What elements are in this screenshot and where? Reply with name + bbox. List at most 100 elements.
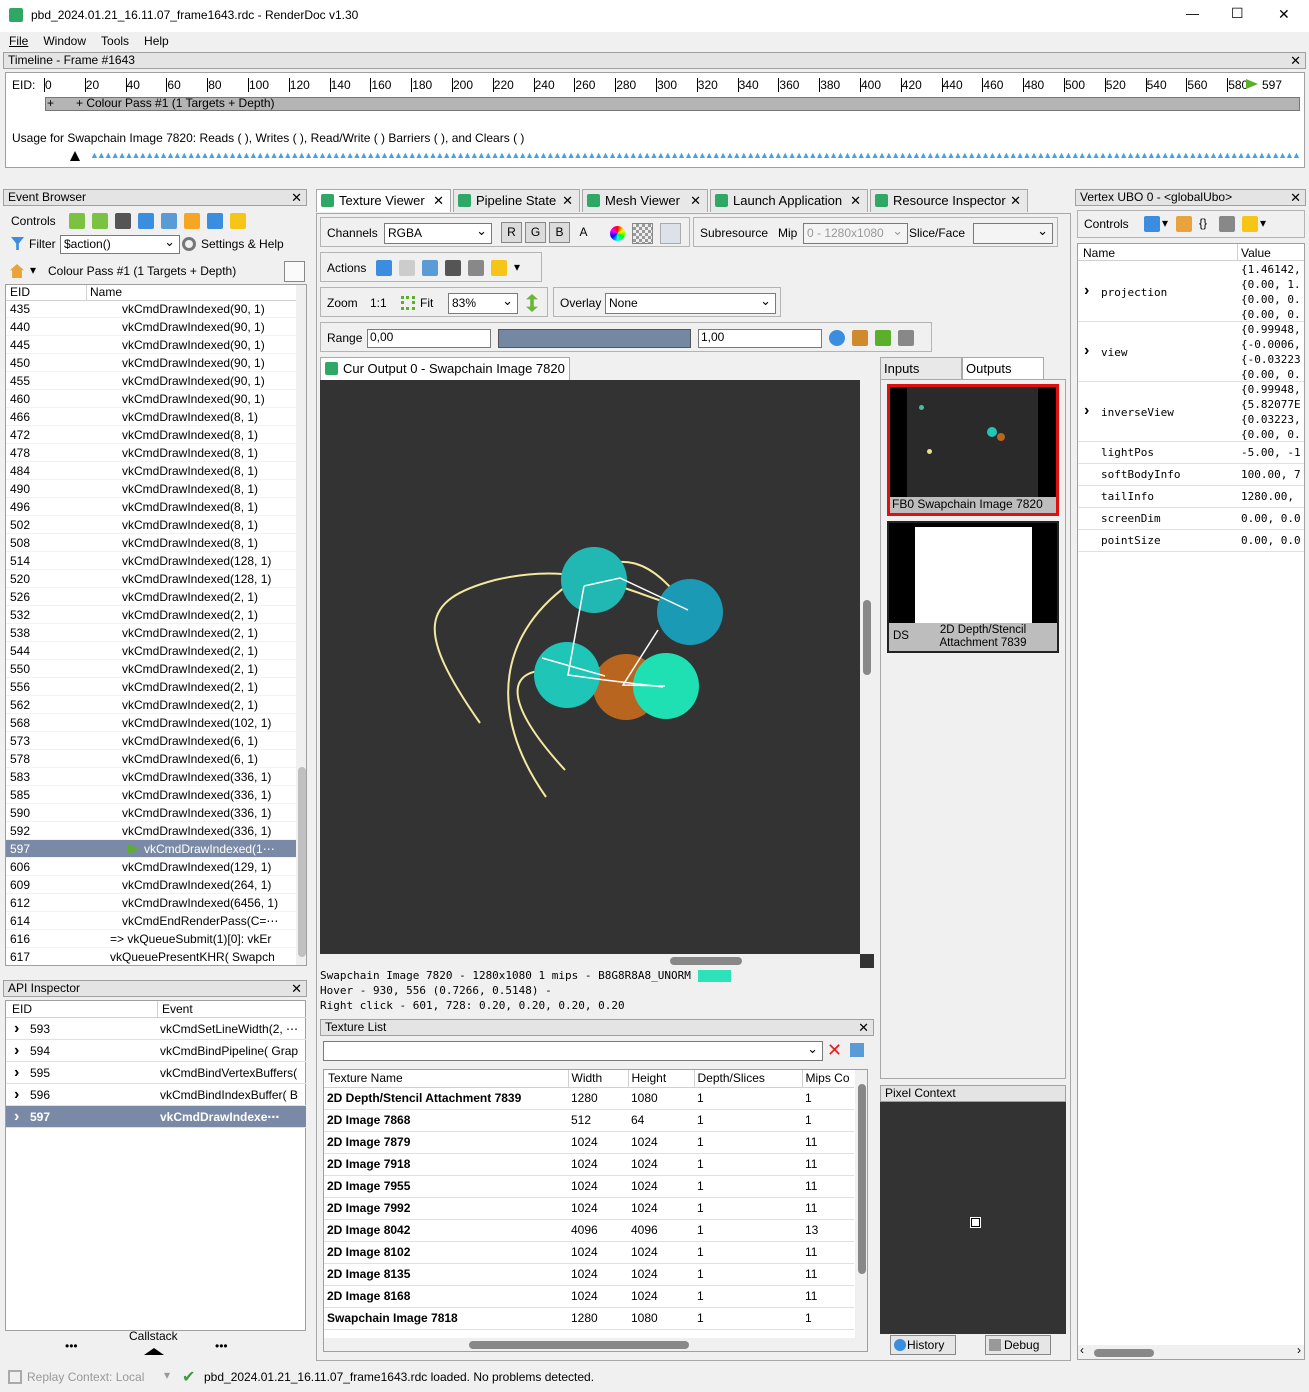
api-row[interactable]: › 596 vkCmdBindIndexBuffer( B <box>6 1084 306 1106</box>
event-row[interactable]: 597 vkCmdDrawIndexed(1⋯ <box>6 840 296 858</box>
tab-resource-inspector[interactable]: Resource Inspector ✕ <box>870 189 1028 212</box>
close-icon[interactable]: ✕ <box>1010 190 1021 211</box>
puzzle-icon[interactable] <box>491 260 507 276</box>
scrollbar-thumb[interactable] <box>469 1341 689 1349</box>
clear-filter-icon[interactable]: ✕ <box>827 1040 842 1061</box>
event-row[interactable]: 612 vkCmdDrawIndexed(6456, 1) <box>6 894 296 912</box>
event-row[interactable]: 544 vkCmdDrawIndexed(2, 1) <box>6 642 296 660</box>
event-row[interactable]: 484 vkCmdDrawIndexed(8, 1) <box>6 462 296 480</box>
event-row[interactable]: 532 vkCmdDrawIndexed(2, 1) <box>6 606 296 624</box>
open-icon[interactable] <box>422 260 438 276</box>
history-button[interactable]: History <box>890 1335 956 1355</box>
event-row[interactable]: 526 vkCmdDrawIndexed(2, 1) <box>6 588 296 606</box>
tab-outputs[interactable]: Outputs <box>962 357 1044 379</box>
event-row[interactable]: 616 => vkQueueSubmit(1)[0]: vkEr <box>6 930 296 948</box>
asterisk-icon[interactable] <box>184 213 200 229</box>
ubo-field-row[interactable]: screenDim 0.00, 0.0 <box>1078 508 1304 530</box>
color-wheel-icon[interactable] <box>610 226 625 241</box>
h-scrollbar[interactable]: ‹ › <box>1078 1343 1304 1359</box>
link-icon[interactable] <box>1219 216 1236 232</box>
col-eid[interactable]: EID <box>10 285 30 299</box>
filter-settings-icon[interactable] <box>850 1043 864 1057</box>
alpha-channel-button[interactable]: A <box>573 225 594 239</box>
ubo-field-row[interactable]: tailInfo 1280.00, <box>1078 486 1304 508</box>
fit-icon[interactable] <box>401 296 415 310</box>
back-arrow-icon[interactable] <box>69 213 85 229</box>
overlay-combo[interactable]: None <box>605 291 776 314</box>
chevron-right-icon[interactable]: › <box>6 1062 30 1083</box>
close-icon[interactable]: ✕ <box>690 190 701 211</box>
binoculars-icon[interactable] <box>115 213 131 229</box>
fit-button[interactable]: Fit <box>420 296 433 310</box>
texture-row[interactable]: Swapchain Image 7818 1280 1080 1 1 <box>324 1307 854 1330</box>
event-row[interactable]: 450 vkCmdDrawIndexed(90, 1) <box>6 354 296 372</box>
texture-row[interactable]: 2D Image 7879 1024 1024 1 11 <box>324 1131 854 1154</box>
event-row[interactable]: 472 vkCmdDrawIndexed(8, 1) <box>6 426 296 444</box>
timeline-panel[interactable]: EID: 0 20 40 60 80 100 120 140 160 180 200 220 240 26… <box>5 72 1305 168</box>
expand-icon[interactable]: + <box>47 96 54 110</box>
tab-inputs[interactable]: Inputs <box>880 357 962 379</box>
link-icon[interactable] <box>468 260 484 276</box>
binoculars-icon[interactable] <box>445 260 461 276</box>
close-icon[interactable]: ✕ <box>562 190 573 211</box>
scrollbar-thumb[interactable] <box>670 957 742 965</box>
tab-launch-application[interactable]: Launch Application ✕ <box>710 189 868 212</box>
menu-tools[interactable]: Tools <box>92 32 135 48</box>
range-min-input[interactable]: 0,00 <box>367 329 491 348</box>
event-row[interactable]: 520 vkCmdDrawIndexed(128, 1) <box>6 570 296 588</box>
callstack-label[interactable]: Callstack <box>129 1329 178 1343</box>
reset-range-icon[interactable] <box>875 330 891 346</box>
chevron-right-icon[interactable]: › <box>6 1084 30 1105</box>
texture-row[interactable]: 2D Depth/Stencil Attachment 7839 1280 1080… <box>324 1087 854 1110</box>
close-icon[interactable]: ✕ <box>433 190 444 211</box>
red-channel-button[interactable]: R <box>501 222 522 243</box>
pass-bar[interactable]: + + Colour Pass #1 (1 Targets + Depth) <box>45 96 1300 111</box>
slice-combo[interactable] <box>973 221 1053 244</box>
gear-icon[interactable] <box>182 237 196 251</box>
event-row[interactable]: 583 vkCmdDrawIndexed(336, 1) <box>6 768 296 786</box>
mip-combo[interactable]: 0 - 1280x1080 <box>803 221 908 244</box>
texture-row[interactable]: 2D Image 7868 512 64 1 1 <box>324 1109 854 1132</box>
chevron-right-icon[interactable]: › <box>1084 402 1089 420</box>
col-eid[interactable]: EID <box>12 1002 32 1016</box>
col-texture-name[interactable]: Texture Name <box>324 1070 569 1088</box>
col-event[interactable]: Event <box>162 1002 193 1016</box>
autofit-range-icon[interactable] <box>852 330 868 346</box>
thumb-fb0[interactable]: FB0 Swapchain Image 7820 <box>887 384 1059 516</box>
event-row[interactable]: 614 vkCmdEndRenderPass(C=⋯ <box>6 912 296 930</box>
event-row[interactable]: 617 vkQueuePresentKHR( Swapch <box>6 948 296 965</box>
event-row[interactable]: 550 vkCmdDrawIndexed(2, 1) <box>6 660 296 678</box>
save-icon[interactable] <box>1144 216 1160 232</box>
save-icon[interactable] <box>376 260 392 276</box>
texture-row[interactable]: 2D Image 8042 4096 4096 1 13 <box>324 1219 854 1242</box>
event-row[interactable]: 573 vkCmdDrawIndexed(6, 1) <box>6 732 296 750</box>
event-row[interactable]: 585 vkCmdDrawIndexed(336, 1) <box>6 786 296 804</box>
bar-chart-icon[interactable] <box>161 213 177 229</box>
puzzle-icon[interactable] <box>1242 216 1259 232</box>
zoom-1-1-button[interactable]: 1:1 <box>370 296 387 310</box>
ubo-field-row[interactable]: pointSize 0.00, 0.0 <box>1078 530 1304 552</box>
tab-mesh-viewer[interactable]: Mesh Viewer ✕ <box>582 189 708 212</box>
api-row[interactable]: › 597 vkCmdDrawIndexe⋯ <box>6 1106 306 1128</box>
texture-filter-combo[interactable] <box>323 1039 823 1061</box>
close-icon[interactable]: ✕ <box>291 190 302 205</box>
replay-context[interactable]: Replay Context: Local <box>27 1370 144 1384</box>
col-height[interactable]: Height <box>628 1070 695 1088</box>
col-name[interactable]: Name <box>90 285 122 299</box>
ubo-matrix-row[interactable]: › view {0.99948, {-0.0006, {-0.03223 {0.00, 0… <box>1078 322 1304 382</box>
col-width[interactable]: Width <box>568 1070 629 1088</box>
close-icon[interactable]: ✕ <box>291 981 302 996</box>
event-row[interactable]: 508 vkCmdDrawIndexed(8, 1) <box>6 534 296 552</box>
texture-row[interactable]: 2D Image 7918 1024 1024 1 11 <box>324 1153 854 1176</box>
api-row[interactable]: › 593 vkCmdSetLineWidth(2, ⋯ <box>6 1018 306 1040</box>
event-row[interactable]: 466 vkCmdDrawIndexed(8, 1) <box>6 408 296 426</box>
event-row[interactable]: 538 vkCmdDrawIndexed(2, 1) <box>6 624 296 642</box>
scrollbar-thumb[interactable] <box>298 767 306 957</box>
col-depth[interactable]: Depth/Slices <box>694 1070 803 1088</box>
blue-channel-button[interactable]: B <box>549 222 570 243</box>
forward-arrow-icon[interactable] <box>92 213 108 229</box>
tab-pipeline-state[interactable]: Pipeline State ✕ <box>453 189 580 212</box>
filter-combo[interactable]: $action() <box>60 233 180 254</box>
chevron-right-icon[interactable]: › <box>6 1018 30 1039</box>
flip-y-button[interactable] <box>660 223 681 244</box>
